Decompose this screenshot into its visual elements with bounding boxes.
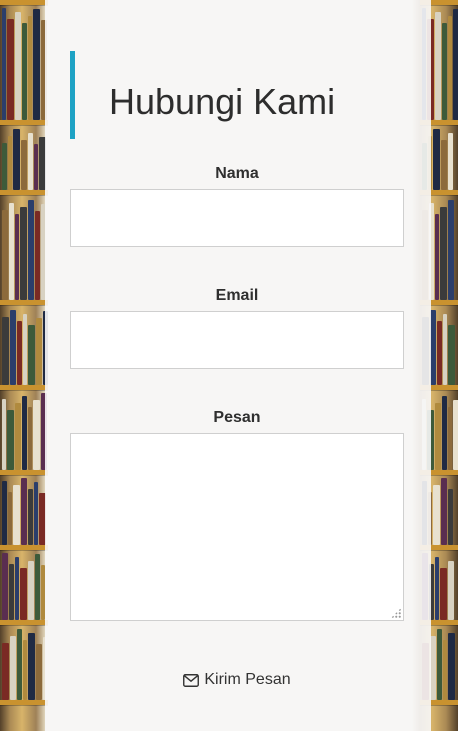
book-spine — [448, 561, 454, 620]
email-label: Email — [215, 287, 259, 304]
name-label: Nama — [215, 165, 259, 182]
book-spine — [15, 214, 19, 300]
book-spine — [8, 492, 12, 545]
book-spine — [2, 317, 9, 385]
book-spine — [15, 403, 21, 470]
book-spine — [7, 19, 14, 120]
book-spine — [437, 629, 442, 700]
book-spine — [17, 321, 22, 385]
book-spine — [442, 396, 447, 470]
book-spine — [440, 568, 447, 620]
shelf-plank — [0, 120, 48, 125]
book-spine — [15, 557, 19, 620]
book-spine — [20, 568, 27, 620]
book-spine — [2, 143, 7, 190]
book-spine — [13, 129, 20, 190]
book-spine — [28, 561, 34, 620]
email-input[interactable] — [70, 311, 404, 369]
book-spine — [33, 400, 40, 470]
book-spine — [15, 12, 21, 120]
contact-form-panel: Hubungi Kami Nama Email Pesan Kirim Pesa… — [45, 0, 431, 731]
shelf-plank — [0, 545, 48, 550]
book-spine — [433, 485, 440, 545]
book-spine — [443, 640, 447, 700]
shelf-plank — [0, 470, 48, 475]
book-spine — [2, 210, 8, 300]
send-message-label: Kirim Pesan — [204, 671, 291, 688]
book-spine — [36, 318, 42, 385]
book-spine — [35, 554, 40, 620]
book-spine — [35, 211, 40, 300]
book-spine — [2, 553, 8, 620]
title-accent-bar: Hubungi Kami — [70, 51, 404, 139]
book-spine — [10, 636, 16, 700]
book-spine — [21, 478, 27, 545]
book-spine — [22, 396, 27, 470]
book-spine — [441, 478, 447, 545]
book-spine — [2, 481, 7, 545]
book-spine — [36, 644, 42, 700]
message-label: Pesan — [213, 409, 261, 426]
book-spine — [435, 557, 439, 620]
book-spine — [21, 140, 27, 190]
book-spine — [448, 407, 452, 470]
book-spine — [28, 16, 32, 120]
book-spine — [448, 633, 455, 700]
envelope-icon — [183, 673, 200, 687]
book-spine — [448, 200, 454, 300]
book-spine — [28, 489, 33, 545]
shelf-plank — [0, 385, 48, 390]
send-message-button[interactable]: Kirim Pesan — [70, 664, 404, 696]
book-spine — [448, 16, 452, 120]
book-spine — [8, 136, 12, 190]
book-spine — [7, 410, 14, 470]
book-spine — [435, 214, 439, 300]
book-spine — [28, 133, 33, 190]
book-spine — [437, 321, 442, 385]
book-spine — [28, 633, 35, 700]
message-textarea[interactable] — [70, 433, 404, 621]
book-spine — [442, 23, 447, 120]
book-spine — [22, 23, 27, 120]
book-spine — [448, 489, 453, 545]
book-spine — [9, 564, 14, 620]
book-spine — [2, 643, 9, 700]
book-spine — [17, 629, 22, 700]
book-spine — [23, 314, 27, 385]
book-spine — [448, 325, 455, 385]
book-spine — [28, 407, 32, 470]
book-spine — [435, 12, 441, 120]
book-spine — [433, 129, 440, 190]
book-spine — [453, 9, 458, 120]
book-spine — [34, 144, 38, 190]
book-spine — [443, 314, 447, 385]
shelf-plank — [0, 0, 48, 5]
book-spine — [10, 310, 16, 385]
book-spine — [2, 8, 6, 120]
shelf-plank — [0, 700, 48, 705]
shelf-plank — [0, 620, 48, 625]
book-spine — [453, 400, 458, 470]
book-spine — [20, 207, 27, 300]
shelf-plank — [0, 300, 48, 305]
name-input[interactable] — [70, 189, 404, 247]
shelf-plank — [0, 190, 48, 195]
book-spine — [435, 403, 441, 470]
book-spine — [33, 9, 40, 120]
book-spine — [34, 482, 38, 545]
book-spine — [9, 203, 14, 300]
book-spine — [2, 399, 6, 470]
book-spine — [28, 200, 34, 300]
book-spine — [440, 207, 447, 300]
bookshelf-left — [0, 0, 48, 731]
page-title: Hubungi Kami — [109, 81, 336, 122]
book-spine — [28, 325, 35, 385]
book-spine — [23, 640, 27, 700]
book-spine — [448, 133, 453, 190]
book-spine — [13, 485, 20, 545]
book-spine — [441, 140, 447, 190]
